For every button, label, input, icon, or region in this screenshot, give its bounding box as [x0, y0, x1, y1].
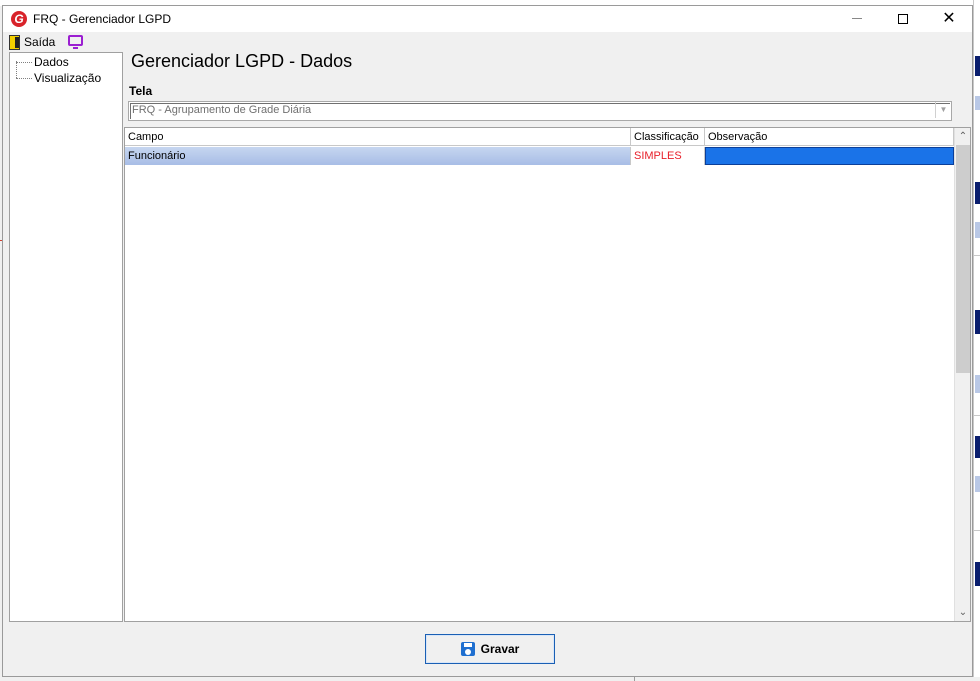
fields-grid: Campo Classificação Observação Funcionár… — [124, 127, 971, 622]
app-logo-icon: G — [11, 11, 27, 27]
vertical-scrollbar[interactable]: ⌃ ⌄ — [954, 128, 970, 621]
background-app-edge — [973, 0, 980, 681]
column-header-campo[interactable]: Campo — [125, 128, 631, 146]
navigation-tree: Dados Visualização — [9, 52, 123, 622]
column-header-classificacao[interactable]: Classificação — [631, 128, 705, 146]
cell-observacao[interactable] — [705, 147, 954, 165]
minimize-icon — [852, 18, 862, 19]
tree-item-label: Visualização — [34, 71, 102, 85]
scrollbar-thumb[interactable] — [956, 145, 970, 373]
scroll-up-icon[interactable]: ⌃ — [955, 128, 971, 145]
toolbar: Saída — [3, 32, 972, 52]
minimize-button[interactable] — [834, 6, 880, 32]
close-icon: ✕ — [942, 10, 956, 27]
monitor-icon[interactable] — [68, 35, 83, 49]
close-button[interactable]: ✕ — [926, 6, 972, 32]
tree-item-label: Dados — [34, 55, 69, 69]
cell-classificacao[interactable]: SIMPLES — [631, 147, 705, 165]
save-button-label: Gravar — [480, 642, 520, 656]
title-bar[interactable]: G FRQ - Gerenciador LGPD ✕ — [3, 6, 972, 32]
tree-item-visualizacao[interactable]: Visualização — [10, 70, 101, 86]
lgpd-manager-window: G FRQ - Gerenciador LGPD ✕ Saída Dados V… — [2, 5, 973, 677]
window-title: FRQ - Gerenciador LGPD — [33, 12, 172, 26]
screen: G FRQ - Gerenciador LGPD ✕ Saída Dados V… — [0, 0, 980, 681]
door-exit-icon — [9, 34, 20, 50]
tree-item-dados[interactable]: Dados — [10, 54, 69, 70]
column-header-observacao[interactable]: Observação — [705, 128, 954, 146]
tela-label: Tela — [129, 84, 153, 98]
table-row[interactable]: Funcionário SIMPLES — [125, 147, 954, 165]
maximize-icon — [898, 14, 908, 24]
tree-branch-line — [16, 61, 32, 63]
tree-branch-line — [16, 77, 32, 79]
background-app-strip-bottom — [0, 677, 980, 681]
scroll-down-icon[interactable]: ⌄ — [955, 604, 971, 621]
maximize-button[interactable] — [880, 6, 926, 32]
tela-select[interactable]: FRQ - Agrupamento de Grade Diária ▼ — [128, 101, 952, 121]
tela-select-value: FRQ - Agrupamento de Grade Diária — [132, 104, 312, 116]
exit-button[interactable]: Saída — [9, 34, 55, 50]
save-button[interactable]: Gravar — [425, 634, 555, 664]
cell-campo[interactable]: Funcionário — [125, 147, 631, 165]
page-title: Gerenciador LGPD - Dados — [131, 51, 353, 71]
floppy-disk-icon — [460, 642, 475, 656]
chevron-down-icon[interactable]: ▼ — [935, 102, 951, 118]
grid-header: Campo Classificação Observação — [125, 128, 954, 146]
exit-label: Saída — [24, 35, 56, 49]
